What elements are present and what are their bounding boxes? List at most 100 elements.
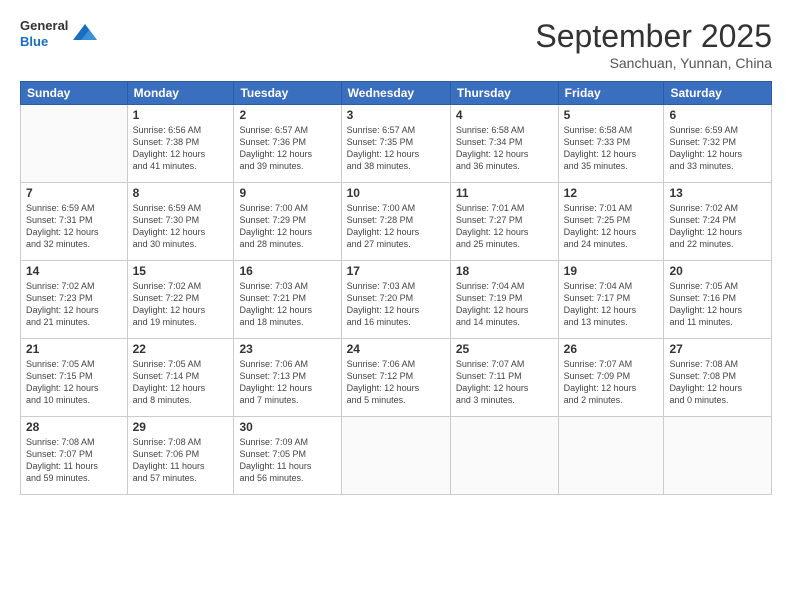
day-info: Sunrise: 7:04 AM Sunset: 7:19 PM Dayligh…	[456, 280, 553, 329]
day-info: Sunrise: 6:59 AM Sunset: 7:30 PM Dayligh…	[133, 202, 229, 251]
calendar-cell: 7 Sunrise: 6:59 AM Sunset: 7:31 PM Daylig…	[21, 183, 128, 261]
calendar-cell: 19 Sunrise: 7:04 AM Sunset: 7:17 PM Dayli…	[558, 261, 664, 339]
calendar-cell: 16 Sunrise: 7:03 AM Sunset: 7:21 PM Dayli…	[234, 261, 341, 339]
calendar-cell	[558, 417, 664, 495]
day-number: 5	[564, 108, 659, 122]
day-number: 23	[239, 342, 335, 356]
day-number: 21	[26, 342, 122, 356]
day-number: 19	[564, 264, 659, 278]
day-info: Sunrise: 7:02 AM Sunset: 7:23 PM Dayligh…	[26, 280, 122, 329]
day-info: Sunrise: 7:02 AM Sunset: 7:22 PM Dayligh…	[133, 280, 229, 329]
calendar-cell: 9 Sunrise: 7:00 AM Sunset: 7:29 PM Daylig…	[234, 183, 341, 261]
calendar-cell: 18 Sunrise: 7:04 AM Sunset: 7:19 PM Dayli…	[450, 261, 558, 339]
day-number: 11	[456, 186, 553, 200]
day-info: Sunrise: 7:09 AM Sunset: 7:05 PM Dayligh…	[239, 436, 335, 485]
calendar-week-5: 28Sunrise: 7:08 AM Sunset: 7:07 PM Dayli…	[21, 417, 772, 495]
col-tuesday: Tuesday	[234, 82, 341, 105]
calendar-cell	[341, 417, 450, 495]
day-number: 6	[669, 108, 766, 122]
day-info: Sunrise: 7:07 AM Sunset: 7:09 PM Dayligh…	[564, 358, 659, 407]
day-info: Sunrise: 7:08 AM Sunset: 7:07 PM Dayligh…	[26, 436, 122, 485]
day-info: Sunrise: 6:56 AM Sunset: 7:38 PM Dayligh…	[133, 124, 229, 173]
day-number: 26	[564, 342, 659, 356]
day-info: Sunrise: 6:59 AM Sunset: 7:31 PM Dayligh…	[26, 202, 122, 251]
logo-blue: Blue	[20, 34, 68, 50]
day-number: 8	[133, 186, 229, 200]
day-number: 1	[133, 108, 229, 122]
calendar-cell: 8 Sunrise: 6:59 AM Sunset: 7:30 PM Daylig…	[127, 183, 234, 261]
calendar-header-row: Sunday Monday Tuesday Wednesday Thursday…	[21, 82, 772, 105]
logo-general: General	[20, 18, 68, 34]
day-number: 29	[133, 420, 229, 434]
day-number: 9	[239, 186, 335, 200]
day-number: 15	[133, 264, 229, 278]
day-info: Sunrise: 6:59 AM Sunset: 7:32 PM Dayligh…	[669, 124, 766, 173]
calendar-cell: 28Sunrise: 7:08 AM Sunset: 7:07 PM Dayli…	[21, 417, 128, 495]
calendar-cell	[450, 417, 558, 495]
day-number: 14	[26, 264, 122, 278]
calendar-cell: 14 Sunrise: 7:02 AM Sunset: 7:23 PM Dayli…	[21, 261, 128, 339]
calendar-cell: 4Sunrise: 6:58 AM Sunset: 7:34 PM Daylig…	[450, 105, 558, 183]
day-info: Sunrise: 7:01 AM Sunset: 7:27 PM Dayligh…	[456, 202, 553, 251]
header: General Blue September 2025 Sanchuan, Yu…	[20, 18, 772, 71]
calendar-cell: 1 Sunrise: 6:56 AM Sunset: 7:38 PM Daylig…	[127, 105, 234, 183]
calendar-cell: 21 Sunrise: 7:05 AM Sunset: 7:15 PM Dayli…	[21, 339, 128, 417]
day-info: Sunrise: 7:03 AM Sunset: 7:21 PM Dayligh…	[239, 280, 335, 329]
calendar-week-3: 14 Sunrise: 7:02 AM Sunset: 7:23 PM Dayli…	[21, 261, 772, 339]
day-info: Sunrise: 7:04 AM Sunset: 7:17 PM Dayligh…	[564, 280, 659, 329]
day-info: Sunrise: 7:00 AM Sunset: 7:29 PM Dayligh…	[239, 202, 335, 251]
day-number: 10	[347, 186, 445, 200]
day-number: 25	[456, 342, 553, 356]
col-friday: Friday	[558, 82, 664, 105]
calendar-week-2: 7 Sunrise: 6:59 AM Sunset: 7:31 PM Daylig…	[21, 183, 772, 261]
day-number: 4	[456, 108, 553, 122]
day-number: 17	[347, 264, 445, 278]
day-info: Sunrise: 7:08 AM Sunset: 7:08 PM Dayligh…	[669, 358, 766, 407]
day-info: Sunrise: 6:57 AM Sunset: 7:35 PM Dayligh…	[347, 124, 445, 173]
calendar: Sunday Monday Tuesday Wednesday Thursday…	[20, 81, 772, 495]
day-info: Sunrise: 7:06 AM Sunset: 7:12 PM Dayligh…	[347, 358, 445, 407]
month-title: September 2025	[535, 18, 772, 55]
logo-icon	[71, 20, 99, 48]
calendar-cell: 2 Sunrise: 6:57 AM Sunset: 7:36 PM Daylig…	[234, 105, 341, 183]
day-info: Sunrise: 7:02 AM Sunset: 7:24 PM Dayligh…	[669, 202, 766, 251]
calendar-week-4: 21 Sunrise: 7:05 AM Sunset: 7:15 PM Dayli…	[21, 339, 772, 417]
day-number: 7	[26, 186, 122, 200]
day-number: 30	[239, 420, 335, 434]
col-saturday: Saturday	[664, 82, 772, 105]
col-sunday: Sunday	[21, 82, 128, 105]
day-info: Sunrise: 7:05 AM Sunset: 7:14 PM Dayligh…	[133, 358, 229, 407]
logo: General Blue	[20, 18, 99, 49]
calendar-cell: 10 Sunrise: 7:00 AM Sunset: 7:28 PM Dayli…	[341, 183, 450, 261]
day-number: 16	[239, 264, 335, 278]
day-info: Sunrise: 7:00 AM Sunset: 7:28 PM Dayligh…	[347, 202, 445, 251]
day-info: Sunrise: 6:57 AM Sunset: 7:36 PM Dayligh…	[239, 124, 335, 173]
col-wednesday: Wednesday	[341, 82, 450, 105]
calendar-cell	[664, 417, 772, 495]
calendar-cell: 11 Sunrise: 7:01 AM Sunset: 7:27 PM Dayli…	[450, 183, 558, 261]
calendar-cell: 29Sunrise: 7:08 AM Sunset: 7:06 PM Dayli…	[127, 417, 234, 495]
day-number: 24	[347, 342, 445, 356]
day-number: 12	[564, 186, 659, 200]
col-thursday: Thursday	[450, 82, 558, 105]
day-info: Sunrise: 7:01 AM Sunset: 7:25 PM Dayligh…	[564, 202, 659, 251]
calendar-cell: 12 Sunrise: 7:01 AM Sunset: 7:25 PM Dayli…	[558, 183, 664, 261]
subtitle: Sanchuan, Yunnan, China	[535, 55, 772, 71]
day-info: Sunrise: 7:07 AM Sunset: 7:11 PM Dayligh…	[456, 358, 553, 407]
day-number: 18	[456, 264, 553, 278]
day-number: 2	[239, 108, 335, 122]
page: General Blue September 2025 Sanchuan, Yu…	[0, 0, 792, 612]
calendar-cell: 23 Sunrise: 7:06 AM Sunset: 7:13 PM Dayli…	[234, 339, 341, 417]
calendar-cell: 25 Sunrise: 7:07 AM Sunset: 7:11 PM Dayli…	[450, 339, 558, 417]
day-info: Sunrise: 7:05 AM Sunset: 7:15 PM Dayligh…	[26, 358, 122, 407]
calendar-week-1: 1 Sunrise: 6:56 AM Sunset: 7:38 PM Daylig…	[21, 105, 772, 183]
day-number: 22	[133, 342, 229, 356]
day-number: 20	[669, 264, 766, 278]
day-info: Sunrise: 7:03 AM Sunset: 7:20 PM Dayligh…	[347, 280, 445, 329]
col-monday: Monday	[127, 82, 234, 105]
day-number: 13	[669, 186, 766, 200]
day-info: Sunrise: 7:06 AM Sunset: 7:13 PM Dayligh…	[239, 358, 335, 407]
calendar-cell: 6 Sunrise: 6:59 AM Sunset: 7:32 PM Daylig…	[664, 105, 772, 183]
calendar-cell: 13 Sunrise: 7:02 AM Sunset: 7:24 PM Dayli…	[664, 183, 772, 261]
calendar-cell: 22 Sunrise: 7:05 AM Sunset: 7:14 PM Dayli…	[127, 339, 234, 417]
